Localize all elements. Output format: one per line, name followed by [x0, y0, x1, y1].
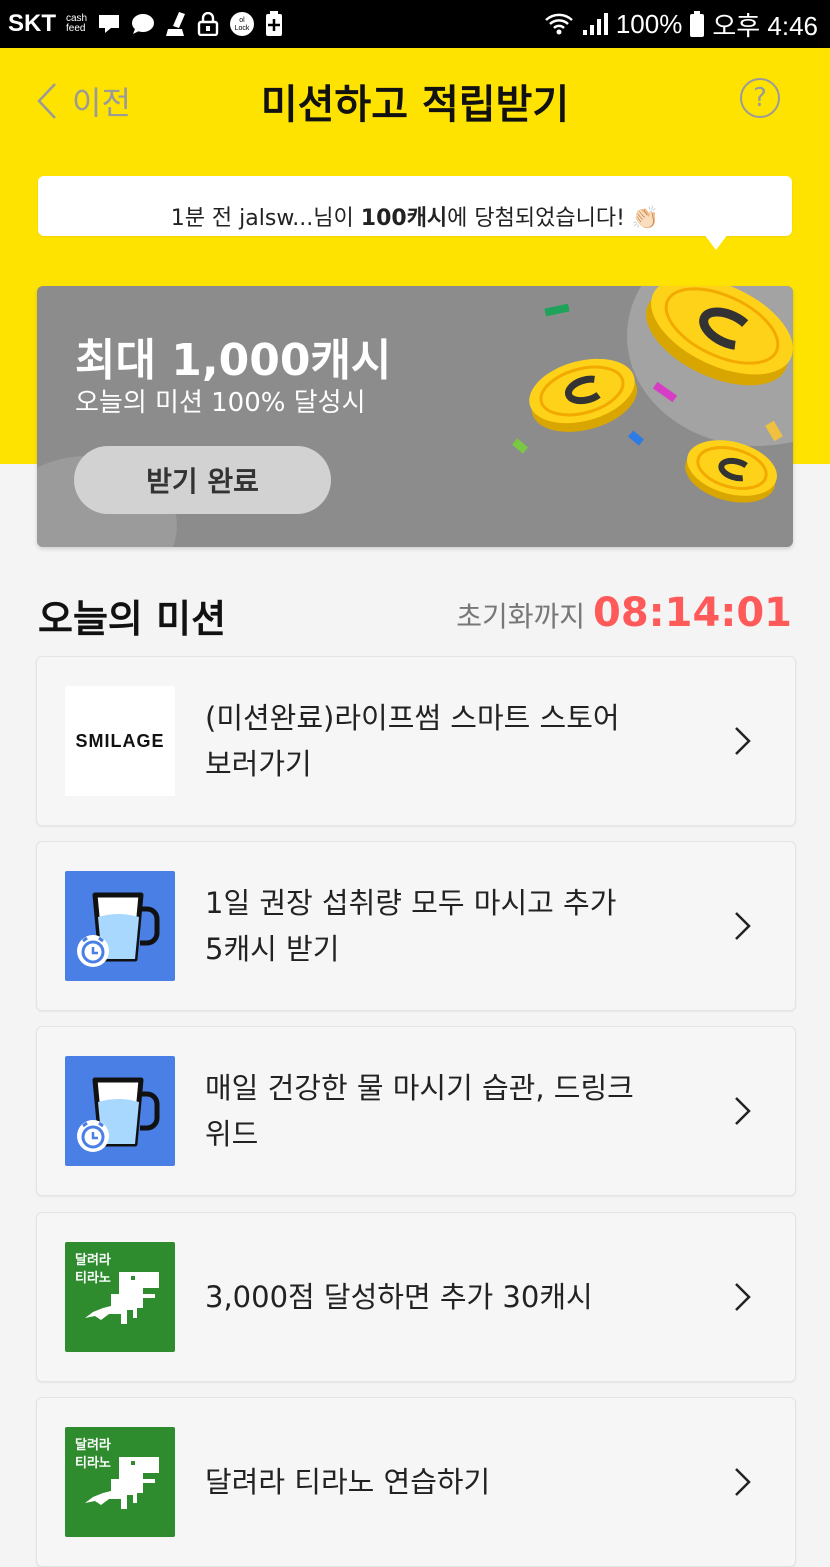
notice-tail: [704, 234, 728, 250]
chevron-right-icon: [735, 1097, 751, 1125]
svg-text:달려라: 달려라: [75, 1437, 111, 1453]
mission-item[interactable]: 1일 권장 섭취량 모두 마시고 추가 5캐시 받기: [36, 841, 796, 1011]
battery-plus-icon: [265, 11, 283, 37]
wifi-icon: [544, 12, 574, 36]
mission-label: (미션완료)라이프썸 스마트 스토어 보러가기: [205, 701, 620, 781]
lock-icon: [197, 12, 219, 36]
chevron-right-icon: [735, 1468, 751, 1496]
winner-notice-text: 1분 전 jalsw...님이 100캐시에 당첨되었습니다! 👏🏻: [170, 206, 660, 231]
signal-icon: [582, 12, 608, 36]
mission-item[interactable]: 매일 건강한 물 마시기 습관, 드링크 위드: [36, 1026, 796, 1196]
app-header: 이전 미션하고 적립받기 ?: [0, 48, 830, 148]
banner-title: 최대 1,000캐시: [75, 335, 392, 386]
water-cup-alarm-icon: [65, 1056, 175, 1166]
mission-item[interactable]: 달려라 티라노 3,000점 달성하면 추가 30캐시: [36, 1212, 796, 1382]
cleaner-icon: [165, 11, 187, 37]
reward-banner: 최대 1,000캐시 오늘의 미션 100% 달성시 받기 완료: [37, 286, 793, 547]
reset-timer: 08:14:01: [593, 590, 792, 636]
battery-icon: [690, 11, 705, 37]
dino-game-icon: 달려라 티라노: [65, 1427, 175, 1537]
mission-label: 1일 권장 섭취량 모두 마시고 추가 5캐시 받기: [205, 886, 617, 966]
missions-title: 오늘의 미션: [38, 597, 227, 641]
svg-text:티라노: 티라노: [75, 1270, 111, 1286]
mission-label: 매일 건강한 물 마시기 습관, 드링크 위드: [205, 1071, 634, 1151]
banner-subtitle: 오늘의 미션 100% 달성시: [75, 388, 366, 418]
chevron-right-icon: [735, 727, 751, 755]
winner-notice: 1분 전 jalsw...님이 100캐시에 당첨되었습니다! 👏🏻: [38, 176, 792, 236]
svg-text:티라노: 티라노: [75, 1455, 111, 1471]
mission-label: 달려라 티라노 연습하기: [205, 1465, 491, 1499]
water-cup-alarm-icon: [65, 871, 175, 981]
message-icon: [97, 13, 121, 35]
svg-text:ol: ol: [239, 17, 245, 24]
ollock-icon: ol Lock: [229, 11, 255, 37]
status-bar: SKT cash feed ol Lock 100% 오후 4:46: [0, 0, 830, 48]
page-title: 미션하고 적립받기: [260, 82, 570, 128]
mission-item[interactable]: 달려라 티라노 달려라 티라노 연습하기: [36, 1397, 796, 1567]
reset-countdown: 초기화까지 08:14:01: [456, 590, 792, 636]
notice-highlight: 100캐시: [360, 206, 448, 231]
clock: 오후 4:46: [712, 10, 818, 41]
dino-game-icon: 달려라 티라노: [65, 1242, 175, 1352]
help-icon[interactable]: ?: [740, 78, 780, 118]
mission-label: 3,000점 달성하면 추가 30캐시: [205, 1280, 593, 1314]
svg-text:달려라: 달려라: [75, 1252, 111, 1268]
coins-illustration: [512, 286, 793, 503]
reset-label: 초기화까지: [456, 600, 586, 633]
chat-bubble-icon: [131, 13, 155, 35]
svg-text:Lock: Lock: [235, 25, 250, 32]
claim-complete-button[interactable]: 받기 완료: [74, 446, 331, 514]
chevron-right-icon: [735, 1283, 751, 1311]
smilage-logo-icon: SMILAGE: [65, 686, 175, 796]
carrier-label: SKT: [8, 10, 56, 37]
mission-item[interactable]: SMILAGE (미션완료)라이프썸 스마트 스토어 보러가기: [36, 656, 796, 826]
cashfeed-icon: cash feed: [66, 13, 88, 34]
chevron-right-icon: [735, 912, 751, 940]
battery-percent: 100%: [615, 8, 683, 39]
